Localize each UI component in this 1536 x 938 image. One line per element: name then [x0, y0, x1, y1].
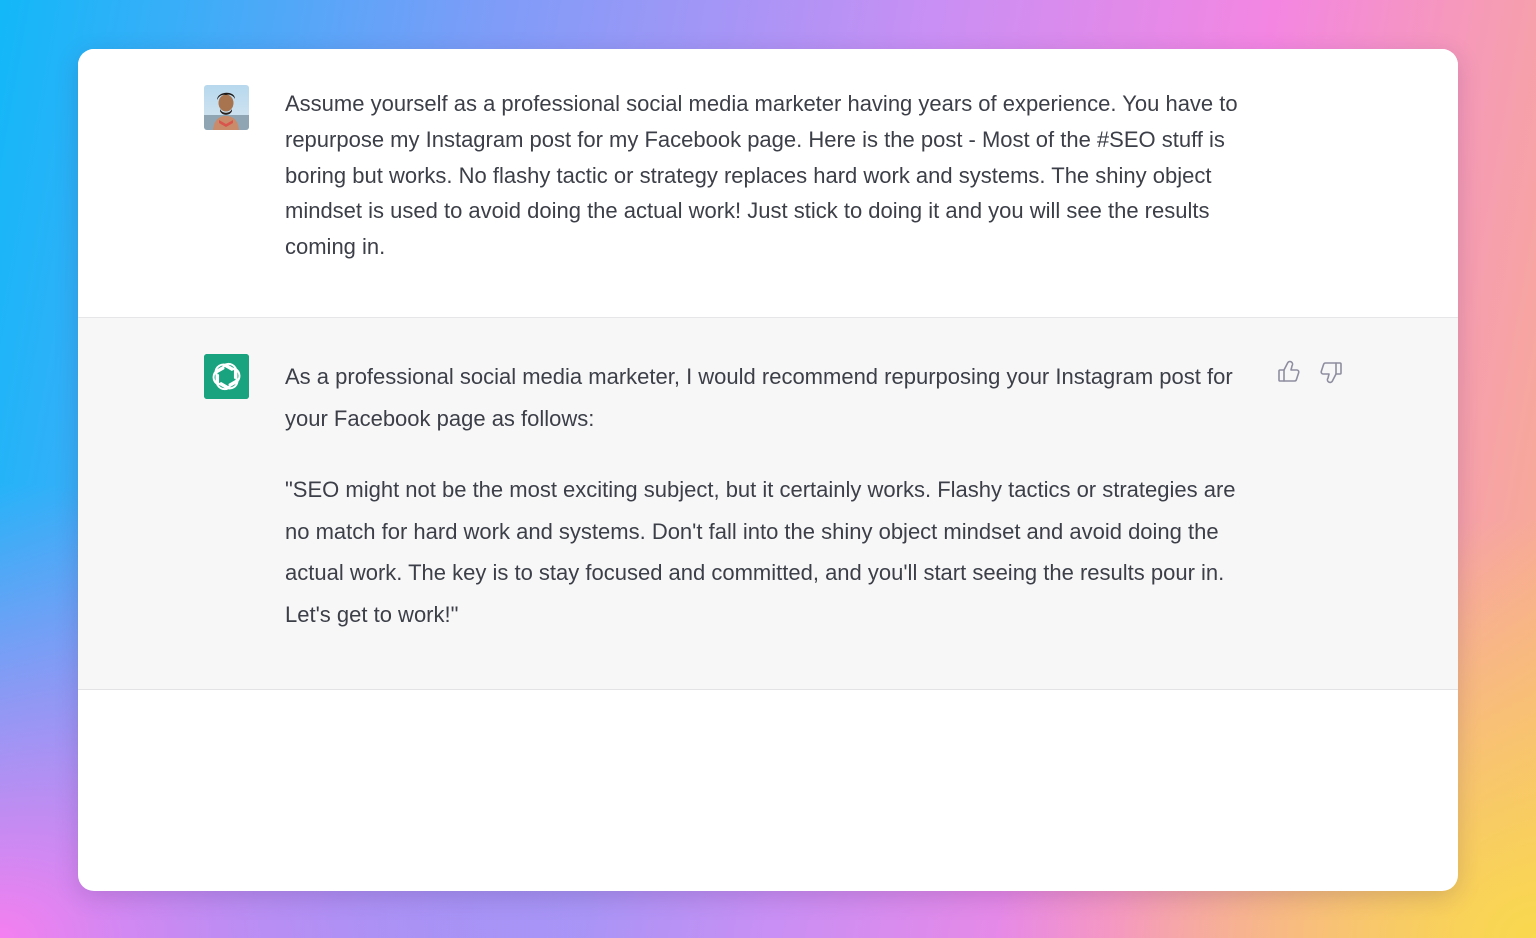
user-message: Assume yourself as a professional social…: [78, 49, 1458, 318]
assistant-paragraph-intro: As a professional social media marketer,…: [285, 364, 1233, 431]
thumbs-up-button[interactable]: [1274, 357, 1304, 387]
user-message-paragraph: Assume yourself as a professional social…: [285, 91, 1238, 260]
user-avatar: [204, 85, 249, 130]
assistant-message: As a professional social media marketer,…: [78, 318, 1458, 690]
assistant-paragraph-repurposed-post: "SEO might not be the most exciting subj…: [285, 477, 1236, 627]
thumbs-up-icon: [1278, 360, 1300, 382]
thumbs-down-button[interactable]: [1316, 357, 1346, 387]
assistant-avatar: [204, 354, 249, 399]
openai-logo-icon: [204, 354, 249, 399]
thumbs-down-icon: [1320, 362, 1342, 384]
user-avatar-photo-icon: [204, 85, 249, 130]
assistant-message-text: As a professional social media marketer,…: [285, 356, 1260, 635]
user-message-text: Assume yourself as a professional social…: [285, 86, 1260, 265]
chat-window: Assume yourself as a professional social…: [78, 49, 1458, 891]
